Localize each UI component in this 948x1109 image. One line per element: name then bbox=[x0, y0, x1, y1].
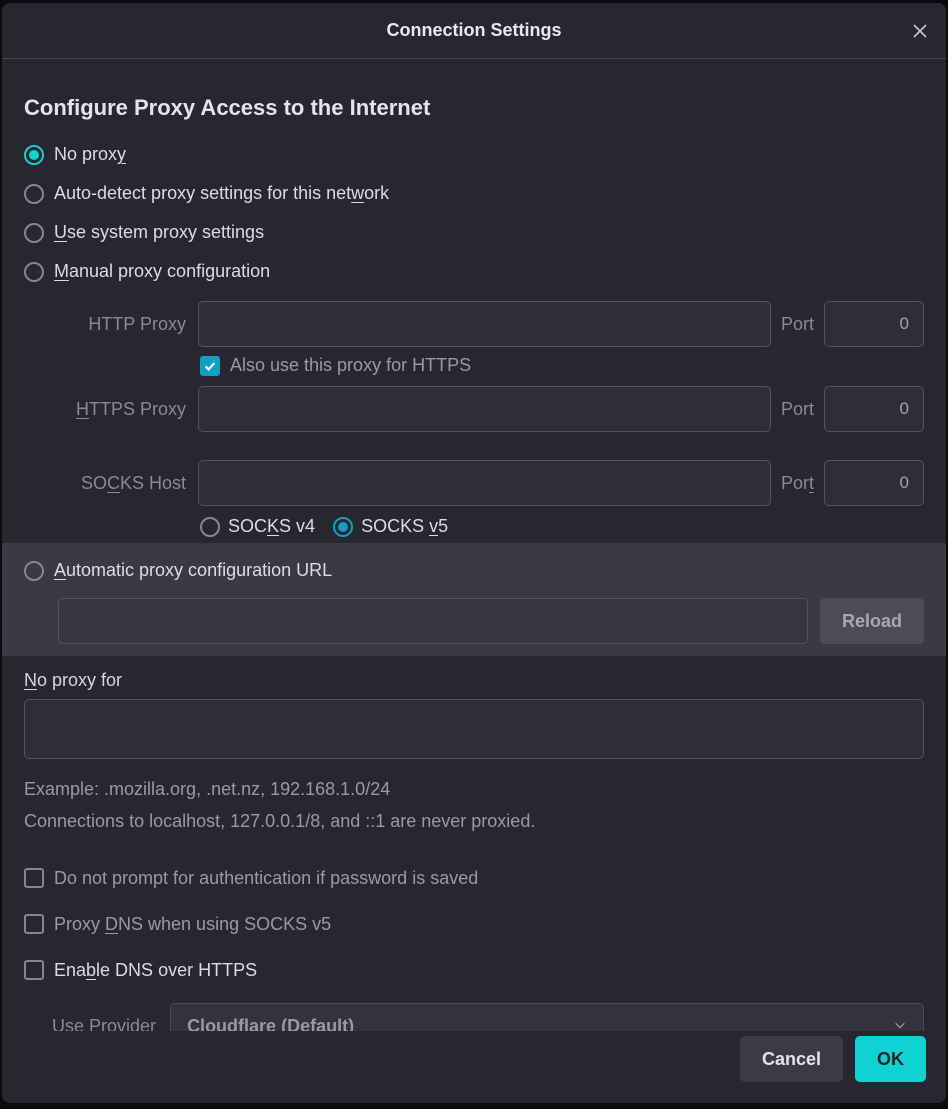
connection-settings-dialog: Connection Settings Configure Proxy Acce… bbox=[2, 3, 946, 1103]
radio-icon bbox=[24, 223, 44, 243]
dialog-title: Connection Settings bbox=[387, 20, 562, 41]
provider-label: Use Provider bbox=[52, 1016, 156, 1032]
radio-icon bbox=[200, 517, 220, 537]
no-proxy-for-input[interactable] bbox=[24, 699, 924, 759]
extra-checks: Do not prompt for authentication if pass… bbox=[24, 855, 924, 993]
no-proxy-hint: Example: .mozilla.org, .net.nz, 192.168.… bbox=[24, 774, 924, 837]
check-label: Proxy DNS when using SOCKS v5 bbox=[54, 914, 331, 935]
checkbox-icon bbox=[200, 356, 220, 376]
check-label: Enable DNS over HTTPS bbox=[54, 960, 257, 981]
socks-host-label: SOCKS Host bbox=[58, 473, 188, 494]
radio-auto-detect[interactable]: Auto-detect proxy settings for this netw… bbox=[24, 174, 924, 213]
no-proxy-for-label: No proxy for bbox=[24, 670, 924, 691]
radio-label: SOCKS v5 bbox=[361, 516, 448, 537]
close-button[interactable] bbox=[906, 17, 934, 45]
https-port-label: Port bbox=[781, 399, 814, 420]
radio-pac-url[interactable]: Automatic proxy configuration URL bbox=[24, 551, 924, 590]
radio-no-proxy[interactable]: No proxy bbox=[24, 135, 924, 174]
checkbox-icon bbox=[24, 960, 44, 980]
http-proxy-row: HTTP Proxy Port bbox=[58, 301, 924, 347]
check-no-auth-prompt[interactable]: Do not prompt for authentication if pass… bbox=[24, 855, 924, 901]
cancel-button[interactable]: Cancel bbox=[740, 1036, 843, 1082]
http-port-label: Port bbox=[781, 314, 814, 335]
socks-port-label: Port bbox=[781, 473, 814, 494]
radio-icon bbox=[24, 184, 44, 204]
http-port-input[interactable] bbox=[824, 301, 924, 347]
checkbox-icon bbox=[24, 868, 44, 888]
radio-icon bbox=[24, 561, 44, 581]
check-label: Do not prompt for authentication if pass… bbox=[54, 868, 478, 889]
radio-socks-v5[interactable]: SOCKS v5 bbox=[333, 516, 448, 537]
radio-label: Manual proxy configuration bbox=[54, 261, 270, 282]
socks-host-row: SOCKS Host Port bbox=[58, 460, 924, 506]
https-port-input[interactable] bbox=[824, 386, 924, 432]
socks-version-row: SOCKS v4 SOCKS v5 bbox=[200, 516, 924, 537]
section-heading: Configure Proxy Access to the Internet bbox=[24, 95, 924, 121]
dialog-body: Configure Proxy Access to the Internet N… bbox=[2, 59, 946, 1031]
socks-host-input[interactable] bbox=[198, 460, 771, 506]
radio-manual-proxy[interactable]: Manual proxy configuration bbox=[24, 252, 924, 291]
https-proxy-input[interactable] bbox=[198, 386, 771, 432]
dialog-titlebar: Connection Settings bbox=[2, 3, 946, 59]
provider-select[interactable]: Cloudflare (Default) bbox=[170, 1003, 924, 1031]
provider-selected: Cloudflare (Default) bbox=[187, 1016, 354, 1032]
http-proxy-label: HTTP Proxy bbox=[58, 314, 188, 335]
http-proxy-input[interactable] bbox=[198, 301, 771, 347]
radio-icon bbox=[333, 517, 353, 537]
radio-icon bbox=[24, 145, 44, 165]
radio-icon bbox=[24, 262, 44, 282]
pac-section: Automatic proxy configuration URL Reload bbox=[2, 543, 946, 656]
https-proxy-label: HTTPS Proxy bbox=[58, 399, 188, 420]
ok-button[interactable]: OK bbox=[855, 1036, 926, 1082]
doh-provider-row: Use Provider Cloudflare (Default) bbox=[52, 1003, 924, 1031]
check-enable-doh[interactable]: Enable DNS over HTTPS bbox=[24, 947, 924, 993]
radio-label: Auto-detect proxy settings for this netw… bbox=[54, 183, 389, 204]
pac-url-input[interactable] bbox=[58, 598, 808, 644]
radio-socks-v4[interactable]: SOCKS v4 bbox=[200, 516, 315, 537]
share-https-label: Also use this proxy for HTTPS bbox=[230, 355, 471, 376]
dialog-footer: Cancel OK bbox=[2, 1031, 946, 1103]
radio-label: No proxy bbox=[54, 144, 126, 165]
share-https-row[interactable]: Also use this proxy for HTTPS bbox=[200, 355, 924, 376]
manual-proxy-block: HTTP Proxy Port Also use this proxy for … bbox=[58, 301, 924, 537]
pac-input-row: Reload bbox=[58, 598, 924, 644]
check-proxy-dns-socks5[interactable]: Proxy DNS when using SOCKS v5 bbox=[24, 901, 924, 947]
radio-label: SOCKS v4 bbox=[228, 516, 315, 537]
socks-port-input[interactable] bbox=[824, 460, 924, 506]
https-proxy-row: HTTPS Proxy Port bbox=[58, 386, 924, 432]
radio-label: Use system proxy settings bbox=[54, 222, 264, 243]
radio-system-proxy[interactable]: Use system proxy settings bbox=[24, 213, 924, 252]
chevron-down-icon bbox=[893, 1016, 907, 1032]
radio-label: Automatic proxy configuration URL bbox=[54, 560, 332, 581]
checkbox-icon bbox=[24, 914, 44, 934]
reload-button[interactable]: Reload bbox=[820, 598, 924, 644]
close-icon bbox=[912, 23, 928, 39]
